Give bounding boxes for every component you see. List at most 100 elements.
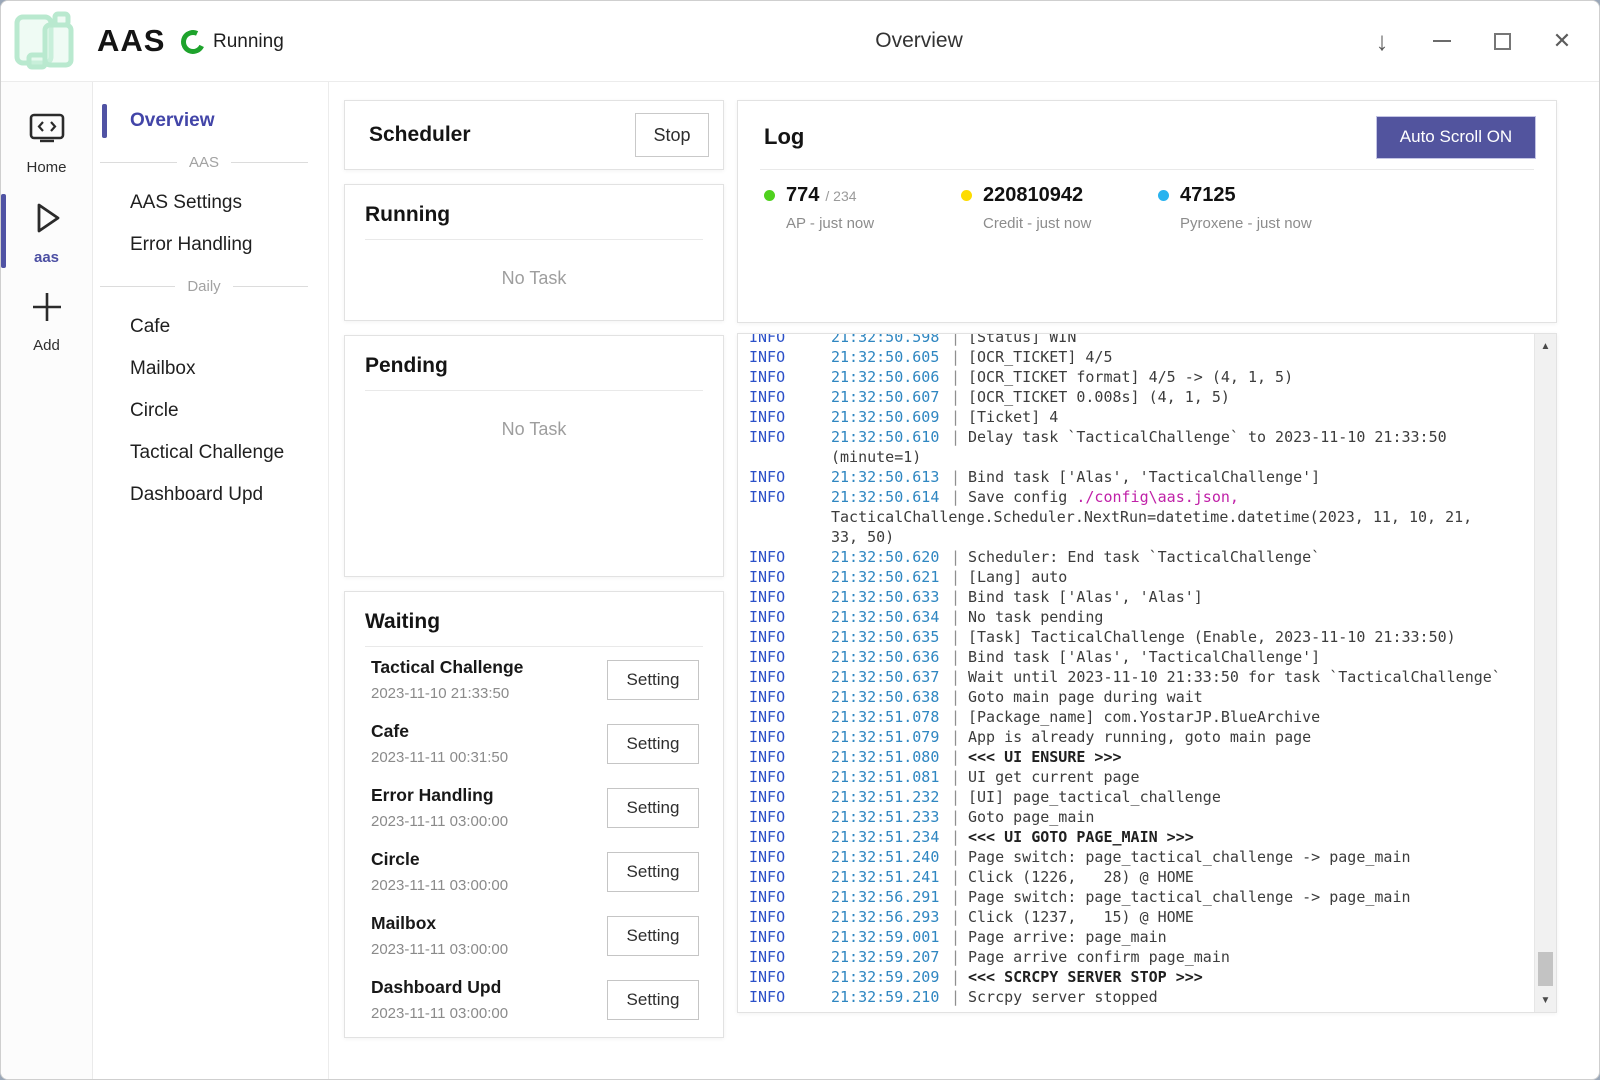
waiting-task-info: Cafe 2023-11-11 00:31:50 — [371, 721, 508, 766]
rail-item-aas[interactable]: aas — [1, 186, 92, 276]
log-entry: INFO21:32:50.607|[OCR_TICKET 0.008s] (4,… — [749, 387, 1534, 407]
app-logo-icon — [9, 5, 81, 77]
rail-item-label: Home — [26, 159, 66, 176]
log-entry: INFO21:32:59.210|Scrcpy server stopped — [749, 987, 1534, 1007]
task-next-run: 2023-11-10 21:33:50 — [371, 685, 523, 702]
setting-button[interactable]: Setting — [607, 788, 699, 828]
running-title: Running — [365, 203, 703, 227]
log-entry-continuation: 33, 50) — [749, 527, 1534, 547]
waiting-task-info: Mailbox 2023-11-11 03:00:00 — [371, 913, 508, 958]
log-entry: INFO21:32:56.291|Page switch: page_tacti… — [749, 887, 1534, 907]
scrollbar-thumb[interactable] — [1538, 952, 1553, 986]
log-scrollbar[interactable]: ▲ ▼ — [1534, 334, 1556, 1012]
log-entry: INFO21:32:50.605|[OCR_TICKET] 4/5 — [749, 347, 1534, 367]
nav-item-error-handling[interactable]: Error Handling — [94, 224, 328, 266]
auto-scroll-button[interactable]: Auto Scroll ON — [1376, 116, 1536, 159]
log-stats: 774/ 234AP - just now 220810942 Credit - j… — [758, 184, 1536, 232]
scrollbar-up-icon[interactable]: ▲ — [1535, 334, 1556, 358]
stat-label: Credit - just now — [961, 215, 1158, 232]
waiting-task-mailbox: Mailbox 2023-11-11 03:00:00 Setting — [365, 903, 703, 967]
titlebar: AAS Running Overview ↓ ✕ — [1, 1, 1600, 82]
task-name: Dashboard Upd — [371, 977, 508, 998]
minimize-icon[interactable] — [1429, 28, 1455, 54]
setting-button[interactable]: Setting — [607, 724, 699, 764]
running-panel: Running No Task — [344, 184, 724, 321]
stop-button[interactable]: Stop — [635, 113, 709, 157]
setting-button[interactable]: Setting — [607, 916, 699, 956]
log-entry: INFO21:32:51.233|Goto page_main — [749, 807, 1534, 827]
nav-item-dashboard-upd[interactable]: Dashboard Upd — [94, 474, 328, 516]
task-name: Tactical Challenge — [371, 657, 523, 678]
stat-credit: 220810942 Credit - just now — [961, 184, 1158, 232]
task-name: Cafe — [371, 721, 508, 742]
log-entry: INFO21:32:50.621|[Lang] auto — [749, 567, 1534, 587]
waiting-task-info: Circle2023-11-11 03:00:00 — [371, 849, 508, 894]
stat-value: 220810942 — [983, 184, 1083, 207]
waiting-task-circle: Circle2023-11-11 03:00:00 Setting — [365, 839, 703, 903]
stat-dot-icon — [1158, 190, 1169, 201]
waiting-panel: Waiting Tactical Challenge 2023-11-10 21:… — [344, 591, 724, 1038]
nav-item-tactical-challenge[interactable]: Tactical Challenge — [94, 432, 328, 474]
log-entry: INFO21:32:50.637|Wait until 2023-11-10 2… — [749, 667, 1534, 687]
running-spinner-icon — [178, 27, 209, 58]
window-controls: ↓ ✕ — [1369, 1, 1575, 81]
scroll-down-icon[interactable]: ↓ — [1369, 28, 1395, 54]
app-window: AAS Running Overview ↓ ✕ Home — [0, 0, 1600, 1080]
log-entry: INFO21:32:51.241|Click (1226, 28) @ HOME — [749, 867, 1534, 887]
log-entry: INFO21:32:56.293|Click (1237, 15) @ HOME — [749, 907, 1534, 927]
log-entry-continuation: (minute=1) — [749, 447, 1534, 467]
pending-panel: Pending No Task — [344, 335, 724, 577]
stat-ap: 774/ 234AP - just now — [764, 184, 961, 232]
maximize-icon[interactable] — [1489, 28, 1515, 54]
task-name: Error Handling — [371, 785, 508, 806]
icon-rail: Home aas Add — [1, 82, 93, 1079]
pending-title: Pending — [365, 354, 703, 378]
waiting-task-info: Dashboard Upd2023-11-11 03:00:00 — [371, 977, 508, 1022]
rail-item-add[interactable]: Add — [1, 276, 92, 364]
waiting-task-tactical-challenge: Tactical Challenge 2023-11-10 21:33:50 Set… — [365, 647, 703, 711]
code-monitor-icon — [28, 112, 66, 153]
nav-item-cafe[interactable]: Cafe — [94, 306, 328, 348]
stat-pyroxene: 47125 Pyroxene - just now — [1158, 184, 1355, 232]
nav-item-overview[interactable]: Overview — [94, 100, 328, 142]
log-entry: INFO21:32:51.234|<<< UI GOTO PAGE_MAIN >… — [749, 827, 1534, 847]
scrollbar-down-icon[interactable]: ▼ — [1535, 988, 1556, 1012]
play-icon — [28, 198, 66, 243]
task-next-run: 2023-11-11 03:00:00 — [371, 941, 508, 958]
waiting-title: Waiting — [365, 610, 703, 634]
divider — [365, 239, 703, 240]
task-name: Mailbox — [371, 913, 508, 934]
log-entry: INFO21:32:59.207|Page arrive confirm pag… — [749, 947, 1534, 967]
nav-item-aas-settings[interactable]: AAS Settings — [94, 182, 328, 224]
scrollbar-track[interactable] — [1535, 358, 1556, 988]
log-entry: INFO21:32:50.613|Bind task ['Alas', 'Tac… — [749, 467, 1534, 487]
task-next-run: 2023-11-11 00:31:50 — [371, 749, 508, 766]
close-icon[interactable]: ✕ — [1549, 28, 1575, 54]
log-entry: INFO21:32:50.610|Delay task `TacticalCha… — [749, 427, 1534, 447]
nav-divider-daily: Daily — [94, 266, 328, 306]
stat-suffix: / 234 — [825, 188, 856, 204]
setting-button[interactable]: Setting — [607, 980, 699, 1020]
log-entry: INFO21:32:59.001|Page arrive: page_main — [749, 927, 1534, 947]
nav-item-circle[interactable]: Circle — [94, 390, 328, 432]
nav-item-mailbox[interactable]: Mailbox — [94, 348, 328, 390]
stat-label: Pyroxene - just now — [1158, 215, 1355, 232]
log-entry: INFO21:32:59.209|<<< SCRCPY SERVER STOP … — [749, 967, 1534, 987]
rail-item-label: Add — [33, 337, 60, 354]
stat-dot-icon — [961, 190, 972, 201]
active-indicator — [1, 194, 6, 268]
scheduler-panel: Scheduler Stop — [344, 100, 724, 170]
log-entry: INFO21:32:50.633|Bind task ['Alas', 'Ala… — [749, 587, 1534, 607]
log-title: Log — [758, 124, 804, 150]
waiting-task-error-handling: Error Handling2023-11-11 03:00:00Setting — [365, 775, 703, 839]
setting-button[interactable]: Setting — [607, 852, 699, 892]
waiting-task-cafe: Cafe 2023-11-11 00:31:50 Setting — [365, 711, 703, 775]
stat-value: 47125 — [1180, 184, 1236, 207]
log-entry: INFO21:32:50.614|Save config ./config\aa… — [749, 487, 1534, 507]
log-output-panel[interactable]: INFO21:32:50.598|[Status] WININFO21:32:5… — [737, 333, 1557, 1013]
log-entry: INFO21:32:51.232|[UI] page_tactical_chal… — [749, 787, 1534, 807]
log-entry: INFO21:32:51.240|Page switch: page_tacti… — [749, 847, 1534, 867]
setting-button[interactable]: Setting — [607, 660, 699, 700]
rail-item-home[interactable]: Home — [1, 100, 92, 186]
plus-icon — [28, 288, 66, 331]
